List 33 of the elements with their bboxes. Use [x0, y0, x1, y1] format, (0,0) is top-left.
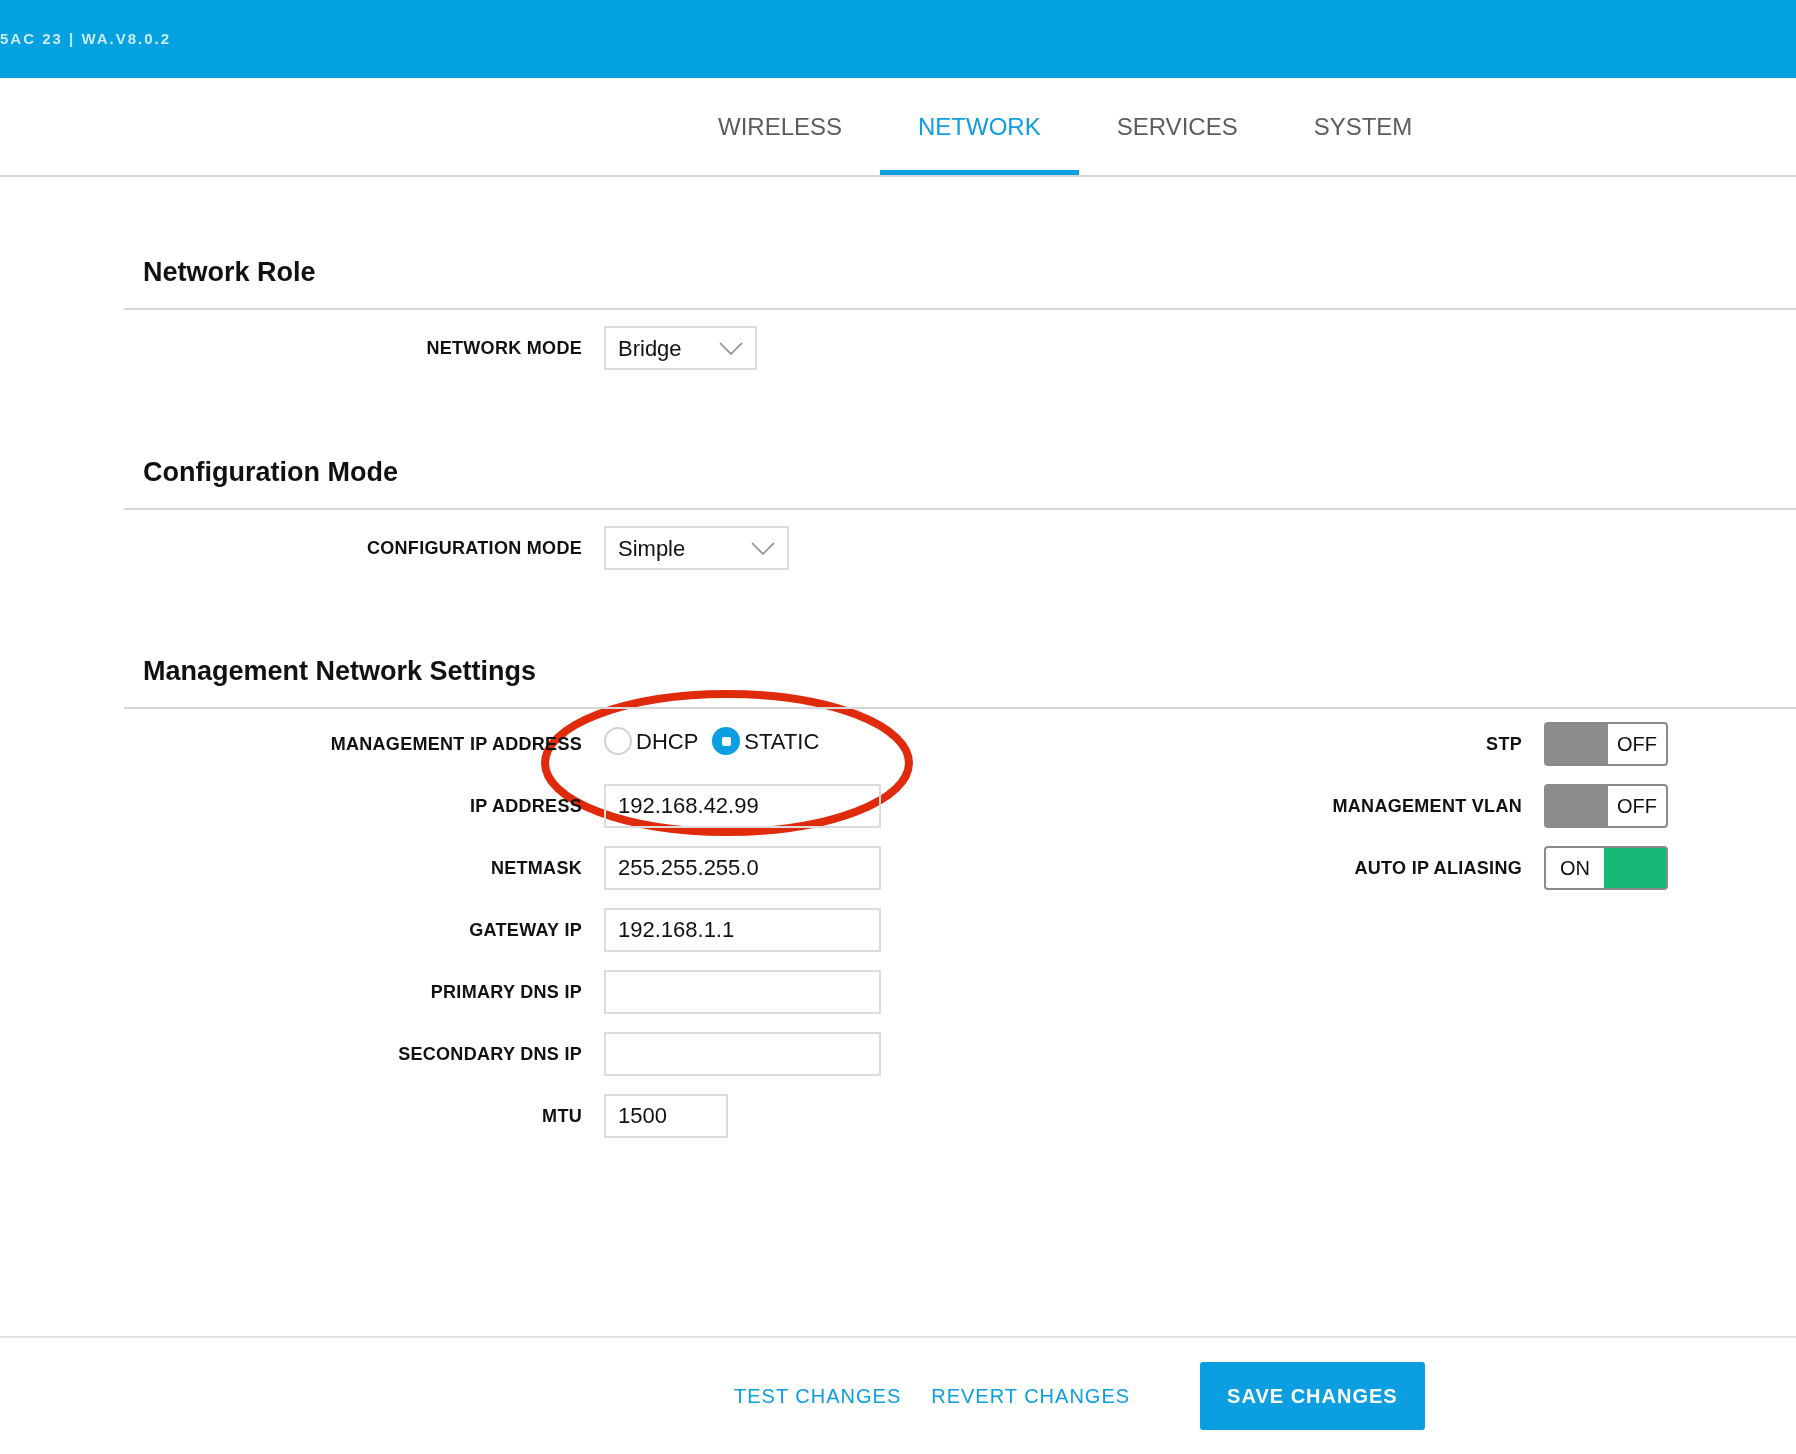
nav-tab[interactable]: SERVICES — [1078, 78, 1276, 175]
field-label: STP — [1485, 732, 1522, 756]
section-title: Network Role — [143, 256, 317, 289]
dropdown[interactable]: Simple — [604, 526, 789, 570]
toggle-switch[interactable]: OFF — [1544, 722, 1668, 766]
field-label: MTU — [541, 1104, 582, 1128]
field-label: SECONDARY DNS IP — [397, 1042, 582, 1066]
input-field[interactable] — [604, 1032, 881, 1076]
section-title: Management Network Settings — [143, 655, 538, 688]
dropdown[interactable]: Bridge — [604, 326, 757, 370]
field-label: IP ADDRESS — [468, 794, 582, 818]
radio-option[interactable]: DHCP — [604, 724, 699, 758]
chevron-down-icon — [751, 541, 775, 555]
chevron-down-icon — [719, 341, 743, 355]
toggle-switch[interactable]: ON — [1544, 846, 1668, 890]
field-label: MANAGEMENT VLAN — [1331, 794, 1522, 818]
input-field[interactable] — [604, 970, 881, 1014]
field-label: CONFIGURATION MODE — [365, 536, 582, 560]
field-label: GATEWAY IP — [468, 918, 582, 942]
device-version: 5AC 23 | WA.V8.0.2 — [0, 28, 172, 49]
input-field[interactable]: 192.168.1.1 — [604, 908, 881, 952]
input-field[interactable]: 1500 — [604, 1094, 728, 1138]
field-label: PRIMARY DNS IP — [429, 980, 582, 1004]
nav-tab[interactable]: WIRELESS — [680, 78, 881, 175]
nav-tab[interactable]: SYSTEM — [1275, 78, 1451, 175]
toggle-switch[interactable]: OFF — [1544, 784, 1668, 828]
field-label: NETMASK — [489, 856, 582, 880]
section-title: Configuration Mode — [143, 456, 399, 489]
field-label: NETWORK MODE — [425, 336, 582, 360]
input-field[interactable]: 255.255.255.0 — [604, 846, 881, 890]
input-field[interactable]: 192.168.42.99 — [604, 784, 881, 828]
field-label: AUTO IP ALIASING — [1353, 856, 1522, 880]
radio-option[interactable]: STATIC — [712, 724, 820, 758]
